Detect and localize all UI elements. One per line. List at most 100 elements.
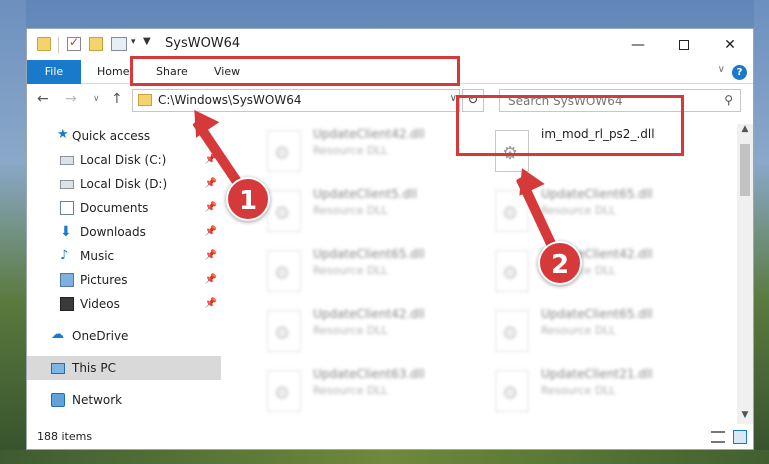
file-item[interactable]: UpdateClient65.dll Resource DLL	[261, 244, 491, 298]
film-icon	[60, 297, 74, 311]
file-item[interactable]: UpdateClient42.dll Resource DLL	[261, 124, 491, 178]
tab-view[interactable]: View	[214, 60, 240, 84]
properties-check-icon[interactable]	[67, 35, 81, 51]
file-type: Resource DLL	[313, 324, 388, 337]
desktop-background-left	[0, 0, 26, 464]
music-note-icon: ♪	[60, 248, 69, 263]
file-item[interactable]: UpdateClient21.dll Resource DLL	[489, 364, 719, 418]
dll-file-icon	[267, 250, 301, 292]
dll-file-icon	[495, 370, 529, 412]
address-path[interactable]: C:\Windows\SysWOW64	[158, 93, 302, 107]
sidebar-item-label: Videos	[80, 297, 120, 311]
file-item[interactable]: UpdateClient63.dll Resource DLL	[261, 364, 491, 418]
file-name: UpdateClient42.dll	[313, 307, 425, 321]
expand-ribbon-icon[interactable]: ∨	[718, 64, 725, 75]
file-type: Resource DLL	[541, 384, 616, 397]
star-icon: ★	[57, 127, 69, 142]
sidebar-item-onedrive[interactable]: ☁ OneDrive	[27, 324, 221, 348]
file-item[interactable]: UpdateClient42.dll Resource DLL	[489, 244, 719, 298]
new-folder-icon[interactable]	[89, 37, 103, 51]
search-icon[interactable]: ⚲	[724, 93, 733, 107]
recent-locations-icon[interactable]: ∨	[93, 94, 100, 104]
close-button[interactable]: ✕	[707, 31, 753, 59]
sidebar-item-label: Network	[72, 393, 123, 407]
refresh-button[interactable]: ↻	[462, 89, 484, 112]
tab-home[interactable]: Home	[97, 60, 129, 84]
chevron-down-icon[interactable]: ∨	[450, 93, 457, 104]
ribbon-tabs: File Home Share View ∨ ?	[27, 60, 753, 84]
cloud-icon: ☁	[51, 327, 64, 342]
maximize-button[interactable]	[661, 31, 707, 59]
sidebar-item-label: Quick access	[72, 129, 151, 143]
forward-button[interactable]: →	[65, 91, 77, 107]
network-icon	[51, 393, 65, 407]
folder-icon[interactable]	[37, 37, 51, 51]
pin-icon[interactable]: 📌	[205, 268, 217, 292]
drive-icon	[60, 180, 74, 189]
pin-icon[interactable]: 📌	[205, 220, 217, 244]
vertical-scrollbar[interactable]: ▲ ▼	[737, 124, 753, 424]
tab-share[interactable]: Share	[156, 60, 188, 84]
file-list: UpdateClient42.dll Resource DLL im_mod_r…	[241, 124, 737, 424]
pin-icon[interactable]: 📌	[205, 292, 217, 316]
file-name: UpdateClient65.dll	[313, 247, 425, 261]
file-name: im_mod_rl_ps2_.dll	[541, 127, 655, 141]
computer-icon	[51, 363, 65, 374]
folder-icon	[138, 94, 152, 106]
search-input[interactable]	[500, 90, 710, 111]
dll-file-icon	[267, 190, 301, 232]
pin-icon[interactable]: 📌	[205, 196, 217, 220]
scroll-thumb[interactable]	[740, 144, 750, 196]
help-icon[interactable]: ?	[732, 65, 747, 80]
file-item[interactable]: UpdateClient42.dll Resource DLL	[261, 304, 491, 358]
sidebar-item-downloads[interactable]: ⬇ Downloads 📌	[27, 220, 221, 244]
file-type: Resource DLL	[541, 204, 616, 217]
minimize-button[interactable]: —	[615, 31, 661, 59]
tab-file[interactable]: File	[27, 60, 81, 84]
file-name: UpdateClient42.dll	[313, 127, 425, 141]
sidebar-item-label: Pictures	[80, 273, 128, 287]
sidebar-item-label: Music	[80, 249, 115, 263]
title-bar: ▾ ▼ SysWOW64 — ✕	[27, 29, 753, 60]
file-type: Resource DLL	[313, 384, 388, 397]
file-item[interactable]: UpdateClient65.dll Resource DLL	[489, 304, 719, 358]
sidebar-item-documents[interactable]: Documents 📌	[27, 196, 221, 220]
quick-access-dropdown-icon[interactable]: ▾	[131, 37, 136, 47]
quick-access-toolbar-arrow-icon[interactable]: ▼	[143, 36, 151, 47]
address-bar[interactable]: C:\Windows\SysWOW64 ∨	[132, 89, 460, 112]
sidebar-item-local-disk-d[interactable]: Local Disk (D:) 📌	[27, 172, 221, 196]
customize-toolbar-icon[interactable]	[111, 37, 127, 51]
up-button[interactable]: ↑	[111, 91, 123, 107]
status-bar: 188 items	[27, 427, 753, 449]
large-icons-view-icon[interactable]	[733, 430, 747, 444]
file-item[interactable]: UpdateClient5.dll Resource DLL	[261, 184, 491, 238]
callout-badge-1: 1	[226, 177, 270, 221]
pin-icon[interactable]: 📌	[205, 244, 217, 268]
scroll-up-icon[interactable]: ▲	[737, 124, 753, 138]
search-box[interactable]: ⚲	[499, 89, 741, 112]
file-type: Resource DLL	[313, 204, 388, 217]
sidebar-item-label: This PC	[72, 361, 116, 375]
callout-badge-2: 2	[538, 241, 582, 285]
file-type: Resource DLL	[541, 324, 616, 337]
sidebar-item-videos[interactable]: Videos 📌	[27, 292, 221, 316]
back-button[interactable]: ←	[37, 91, 49, 107]
navigation-bar: ← → ∨ ↑ C:\Windows\SysWOW64 ∨ ↻ ⚲	[27, 85, 753, 117]
navigation-pane: ★ Quick access Local Disk (C:) 📌 Local D…	[27, 124, 221, 424]
sidebar-item-local-disk-c[interactable]: Local Disk (C:) 📌	[27, 148, 221, 172]
file-explorer-window: ▾ ▼ SysWOW64 — ✕ File Home Share View ∨ …	[26, 28, 754, 450]
sidebar-item-network[interactable]: Network	[27, 388, 221, 412]
sidebar-item-music[interactable]: ♪ Music 📌	[27, 244, 221, 268]
sidebar-item-label: Local Disk (D:)	[80, 177, 168, 191]
file-name: UpdateClient5.dll	[313, 187, 417, 201]
documents-icon	[60, 201, 74, 215]
sidebar-item-label: Local Disk (C:)	[80, 153, 167, 167]
desktop-background-right	[754, 0, 769, 464]
dll-file-icon	[267, 130, 301, 172]
file-type: Resource DLL	[313, 264, 388, 277]
sidebar-item-this-pc[interactable]: This PC	[27, 356, 221, 380]
pin-icon[interactable]: 📌	[205, 172, 217, 196]
details-view-icon[interactable]	[711, 431, 725, 443]
sidebar-item-pictures[interactable]: Pictures 📌	[27, 268, 221, 292]
scroll-down-icon[interactable]: ▼	[737, 410, 753, 424]
